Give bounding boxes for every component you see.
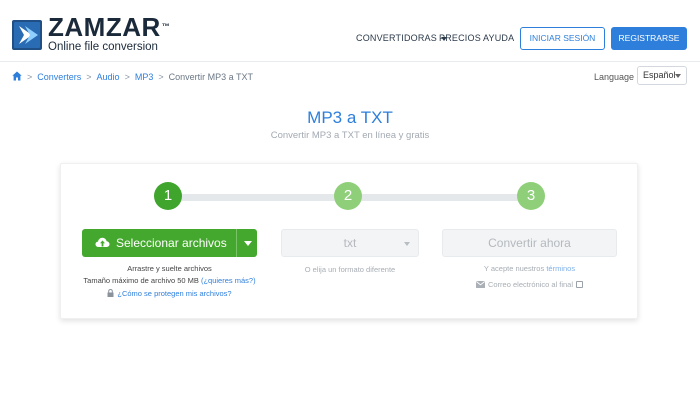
email-option[interactable]: Correo electrónico al final bbox=[442, 280, 617, 290]
page-subtitle: Convertir MP3 a TXT en línea y gratis bbox=[270, 130, 430, 141]
file-protection-note: ¿Cómo se protegen mis archivos? bbox=[72, 289, 267, 299]
converter-card: 1 2 3 Seleccionar archivos Arrastre y su… bbox=[60, 163, 638, 319]
step-progress-track bbox=[348, 194, 531, 201]
step-1-indicator: 1 bbox=[154, 182, 182, 210]
breadcrumb-converters[interactable]: Converters bbox=[37, 72, 81, 82]
select-files-label: Seleccionar archivos bbox=[116, 236, 227, 250]
home-icon[interactable] bbox=[12, 71, 22, 81]
breadcrumb-separator: > bbox=[27, 72, 33, 82]
breadcrumb: > Converters > Audio > MP3 > Convertir MP3 a TX… bbox=[12, 71, 253, 83]
chevron-down-icon bbox=[404, 242, 410, 246]
breadcrumb-separator: > bbox=[86, 72, 92, 82]
convert-now-button[interactable]: Convertir ahora bbox=[442, 229, 617, 257]
format-selected-value: txt bbox=[343, 236, 357, 250]
cloud-upload-icon bbox=[95, 237, 110, 247]
nav-pricing[interactable]: PRECIOS bbox=[439, 33, 481, 44]
email-option-label: Correo electrónico al final bbox=[487, 280, 574, 289]
trademark-sign: ™ bbox=[161, 22, 171, 31]
chevron-down-icon bbox=[675, 74, 681, 78]
language-select[interactable]: Español bbox=[637, 66, 687, 85]
select-source-dropdown-button[interactable] bbox=[236, 229, 257, 257]
breadcrumb-separator: > bbox=[124, 72, 130, 82]
max-size-note: Tamaño máximo de archivo 50 MB (¿quieres… bbox=[72, 276, 267, 286]
login-button[interactable]: INICIAR SESIÓN bbox=[520, 27, 605, 50]
upgrade-link[interactable]: (¿quieres más?) bbox=[201, 276, 256, 285]
format-select[interactable]: txt bbox=[281, 229, 419, 257]
step-2-indicator: 2 bbox=[334, 182, 362, 210]
select-files-button[interactable]: Seleccionar archivos bbox=[82, 229, 236, 257]
drag-drop-note: Arrastre y suelte archivos bbox=[127, 264, 212, 273]
envelope-icon bbox=[475, 281, 485, 288]
format-hint: O elija un formato diferente bbox=[304, 265, 396, 274]
max-size-text: Tamaño máximo de archivo 50 MB bbox=[83, 276, 199, 285]
step-3-indicator: 3 bbox=[517, 182, 545, 210]
breadcrumb-separator: > bbox=[158, 72, 164, 82]
zamzar-logo-icon[interactable] bbox=[12, 20, 42, 50]
terms-link[interactable]: términos bbox=[546, 264, 575, 273]
email-checkbox[interactable] bbox=[576, 281, 584, 288]
site-header: ZAMZAR™ Online file conversion CONVERTID… bbox=[0, 0, 700, 62]
brand-tagline: Online file conversion bbox=[48, 41, 158, 53]
terms-note: Y acepte nuestros términos bbox=[442, 264, 617, 274]
breadcrumb-audio[interactable]: Audio bbox=[97, 72, 120, 82]
language-selected-value: Español bbox=[643, 70, 676, 80]
file-protection-link[interactable]: ¿Cómo se protegen mis archivos? bbox=[117, 289, 231, 298]
lock-icon bbox=[107, 289, 114, 297]
step-progress-track bbox=[168, 194, 348, 201]
nav-converters[interactable]: CONVERTIDORAS bbox=[356, 33, 447, 44]
page-title: MP3 a TXT bbox=[307, 108, 393, 127]
register-button[interactable]: REGISTRARSE bbox=[611, 27, 687, 50]
brand-name[interactable]: ZAMZAR™ bbox=[48, 14, 170, 40]
nav-help[interactable]: AYUDA bbox=[483, 33, 514, 44]
breadcrumb-current: Convertir MP3 a TXT bbox=[168, 72, 253, 82]
chevron-down-icon bbox=[244, 241, 252, 246]
language-label: Language bbox=[594, 72, 635, 82]
terms-prefix: Y acepte nuestros bbox=[483, 264, 545, 273]
breadcrumb-mp3[interactable]: MP3 bbox=[135, 72, 154, 82]
